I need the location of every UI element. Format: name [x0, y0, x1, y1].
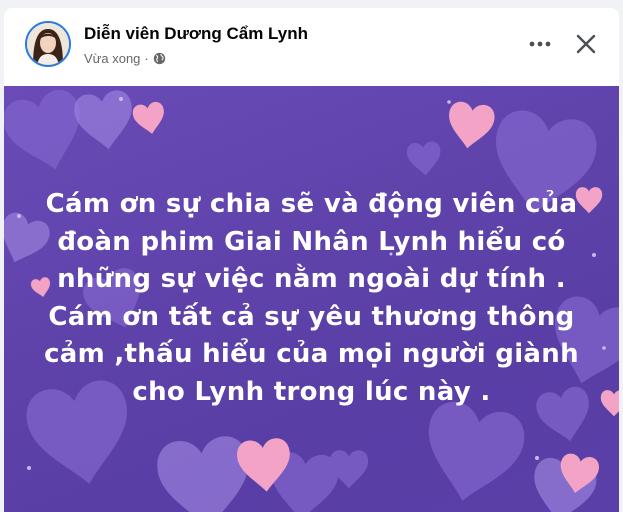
- more-options-button[interactable]: [524, 30, 556, 58]
- post-text-line: những sự việc nằm ngoài dự tính .: [57, 264, 566, 294]
- post-meta: Vừa xong ·: [84, 51, 166, 66]
- meta-separator: ·: [144, 51, 149, 66]
- post-text-line: cho Lynh trong lúc này .: [132, 376, 491, 407]
- close-icon: [576, 34, 596, 54]
- post-text-line: Cám ơn sự chia sẽ và động viên của: [45, 189, 578, 219]
- more-horizontal-icon: [529, 41, 551, 47]
- globe-icon[interactable]: [153, 52, 166, 65]
- post-header: Diễn viên Dương Cẩm Lynh Vừa xong ·: [4, 8, 619, 86]
- post-text-line: đoàn phim Giai Nhân Lynh hiểu có: [57, 226, 566, 257]
- avatar[interactable]: [25, 21, 71, 67]
- post-text-line: Cám ơn tất cả sự yêu thương thông: [48, 301, 575, 332]
- close-button[interactable]: [570, 28, 602, 60]
- post-text-line: cảm ,thấu hiểu của mọi người giành: [44, 339, 579, 369]
- author-name[interactable]: Diễn viên Dương Cẩm Lynh: [84, 24, 308, 44]
- post-background: Cám ơn sự chia sẽ và động viên của đoàn …: [4, 86, 619, 512]
- timestamp[interactable]: Vừa xong: [84, 51, 140, 66]
- post-text: Cám ơn sự chia sẽ và động viên của đoàn …: [34, 186, 589, 411]
